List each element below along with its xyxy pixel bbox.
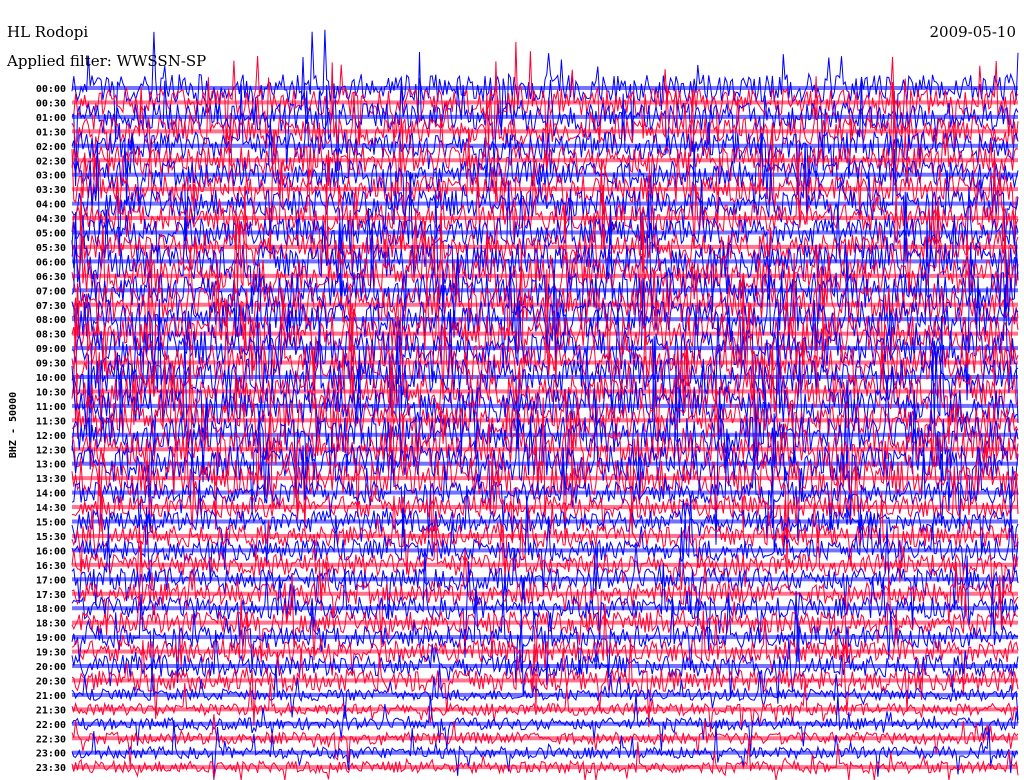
y-axis-label: BHZ - 50000 <box>8 392 19 458</box>
row-tick-label: 18:30 <box>36 619 66 630</box>
trace-baseline <box>72 476 1018 481</box>
row-tick-label: 20:00 <box>36 662 66 673</box>
row-tick-label: 19:00 <box>36 633 66 644</box>
row-tick-label: 06:30 <box>36 272 66 283</box>
trace-baseline <box>72 143 1018 148</box>
row-tick-label: 07:00 <box>36 286 66 297</box>
row-tick-label: 06:00 <box>36 257 66 268</box>
chart-subtitle: Applied filter: WWSSN-SP <box>6 52 206 70</box>
row-tick-label: 00:30 <box>36 98 66 109</box>
row-tick-label: 22:30 <box>36 734 66 745</box>
row-tick-label: 08:00 <box>36 315 66 326</box>
row-tick-label: 14:30 <box>36 503 66 514</box>
row-tick-label: 21:00 <box>36 691 66 702</box>
row-tick-label: 04:30 <box>36 214 66 225</box>
row-tick-label: 09:00 <box>36 344 66 355</box>
row-tick-label: 18:00 <box>36 604 66 615</box>
row-tick-label: 12:30 <box>36 445 66 456</box>
chart-date: 2009-05-10 <box>930 23 1016 41</box>
row-tick-label: 17:30 <box>36 590 66 601</box>
row-tick-label: 07:30 <box>36 301 66 312</box>
row-tick-label: 00:00 <box>36 84 66 95</box>
row-tick-label: 15:00 <box>36 518 66 529</box>
row-tick-label: 13:00 <box>36 460 66 471</box>
trace-baseline <box>72 519 1018 524</box>
row-tick-label: 12:00 <box>36 431 66 442</box>
row-tick-label: 11:30 <box>36 416 66 427</box>
trace-baseline <box>72 721 1018 726</box>
row-tick-label: 02:30 <box>36 156 66 167</box>
row-tick-label: 03:30 <box>36 185 66 196</box>
chart-title: HL Rodopi <box>7 23 88 41</box>
trace-baseline <box>72 230 1018 235</box>
row-tick-label: 23:00 <box>36 749 66 760</box>
row-tick-label: 19:30 <box>36 648 66 659</box>
trace-baseline <box>72 649 1018 654</box>
row-tick-label: 08:30 <box>36 330 66 341</box>
helicorder-chart: HL Rodopi Applied filter: WWSSN-SP 2009-… <box>0 0 1024 780</box>
row-tick-label: 15:30 <box>36 532 66 543</box>
row-tick-label: 17:00 <box>36 575 66 586</box>
row-tick-label: 04:00 <box>36 200 66 211</box>
row-tick-label: 20:30 <box>36 676 66 687</box>
row-tick-label: 16:00 <box>36 546 66 557</box>
row-tick-label: 22:00 <box>36 720 66 731</box>
row-tick-label: 02:00 <box>36 142 66 153</box>
row-tick-label: 01:00 <box>36 113 66 124</box>
trace-baseline <box>72 577 1018 582</box>
row-tick-label: 14:00 <box>36 489 66 500</box>
row-tick-label: 09:30 <box>36 359 66 370</box>
row-tick-label: 23:30 <box>36 763 66 774</box>
row-tick-label: 21:30 <box>36 705 66 716</box>
row-tick-label: 13:30 <box>36 474 66 485</box>
row-tick-label: 10:00 <box>36 373 66 384</box>
row-tick-label: 10:30 <box>36 387 66 398</box>
row-tick-label: 03:00 <box>36 171 66 182</box>
trace-baseline <box>72 201 1018 206</box>
row-tick-label: 01:30 <box>36 127 66 138</box>
row-tick-label: 05:30 <box>36 243 66 254</box>
row-tick-label: 05:00 <box>36 229 66 240</box>
row-tick-label: 11:00 <box>36 402 66 413</box>
row-tick-label: 16:30 <box>36 561 66 572</box>
